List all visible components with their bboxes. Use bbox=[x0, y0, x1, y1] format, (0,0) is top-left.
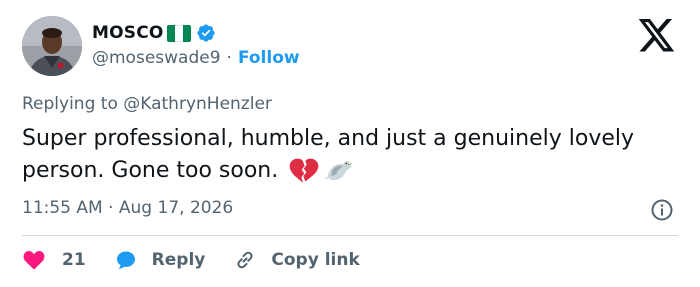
action-bar: 21 Reply Copy link bbox=[22, 248, 388, 272]
follow-button[interactable]: Follow bbox=[238, 48, 300, 68]
tweet-timestamp[interactable]: 11:55 AM · Aug 17, 2026 bbox=[22, 198, 233, 218]
display-name[interactable]: MOSCO bbox=[92, 23, 164, 43]
heart-icon bbox=[23, 251, 45, 270]
avatar[interactable] bbox=[22, 16, 82, 76]
tweet-card: MOSCO @moseswade9 · Follow Replying to @… bbox=[0, 0, 700, 287]
separator-dot: · bbox=[226, 48, 232, 68]
user-handle[interactable]: @moseswade9 bbox=[92, 48, 221, 68]
dove-icon bbox=[324, 161, 353, 181]
reply-label: Reply bbox=[151, 250, 206, 270]
x-logo-icon[interactable] bbox=[638, 19, 676, 53]
verified-badge-icon bbox=[197, 24, 215, 42]
info-icon[interactable] bbox=[650, 198, 674, 222]
reply-mention-link[interactable]: @KathrynHenzler bbox=[123, 94, 272, 114]
replying-prefix: Replying to bbox=[22, 94, 124, 114]
link-icon bbox=[237, 251, 253, 269]
copy-link-button[interactable]: Copy link bbox=[233, 248, 360, 272]
like-button[interactable]: 21 bbox=[22, 248, 86, 272]
copy-link-label: Copy link bbox=[271, 250, 360, 270]
reply-button[interactable]: Reply bbox=[114, 248, 206, 272]
name-row: MOSCO bbox=[92, 19, 216, 47]
broken-heart-icon bbox=[289, 158, 319, 183]
handle-row: @moseswade9 · Follow bbox=[92, 48, 300, 68]
reply-bubble-icon bbox=[116, 251, 135, 269]
divider bbox=[22, 235, 678, 236]
replying-to: Replying to @KathrynHenzler bbox=[22, 94, 272, 114]
nigeria-flag-icon bbox=[166, 24, 191, 42]
tweet-text: Super professional, humble, and just a g… bbox=[22, 123, 672, 187]
like-count: 21 bbox=[62, 250, 86, 270]
